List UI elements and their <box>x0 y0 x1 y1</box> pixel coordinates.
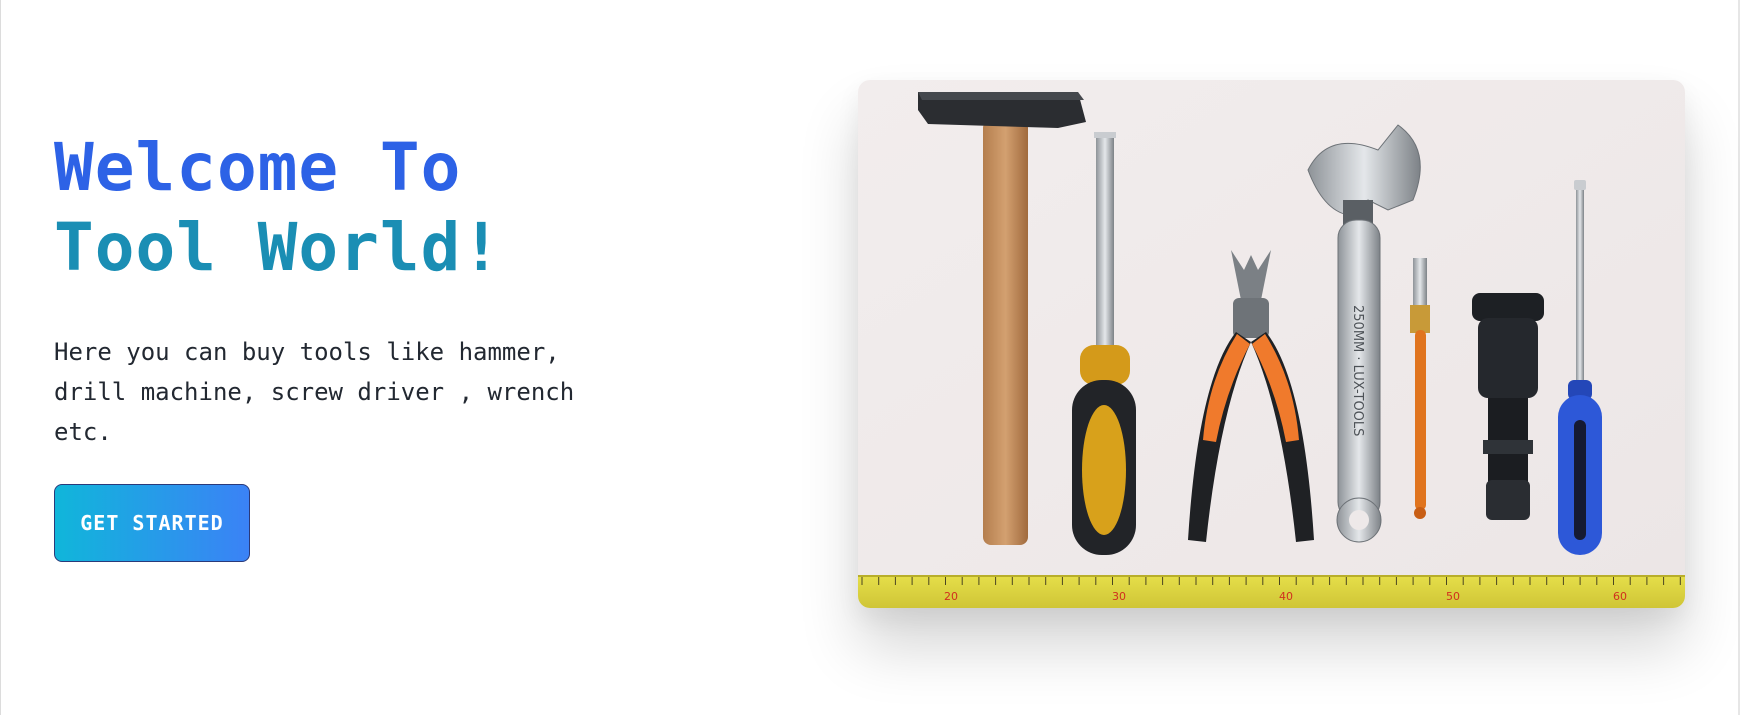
ruler-label-30: 30 <box>1112 590 1126 603</box>
ruler-label-20: 20 <box>944 590 958 603</box>
wrench-engraving: 250MM · LUX-TOOLS <box>1350 305 1365 436</box>
hero-title-line-2: Tool World! <box>54 209 503 286</box>
measuring-tape <box>858 575 1685 608</box>
hero-title: Welcome To Tool World! <box>54 128 614 288</box>
ruler-label-40: 40 <box>1279 590 1293 603</box>
tools-hero-image: 250MM · LUX-TOOLS 20 30 40 50 60 <box>858 80 1685 608</box>
ruler-label-50: 50 <box>1446 590 1460 603</box>
hero-text: Welcome To Tool World! Here you can buy … <box>54 128 614 452</box>
ruler-label-60: 60 <box>1613 590 1627 603</box>
get-started-button[interactable]: GET STARTED <box>54 484 250 562</box>
hero-title-line-1: Welcome To <box>54 129 462 206</box>
window-left-border <box>0 0 1 715</box>
hero-description: Here you can buy tools like hammer, dril… <box>54 338 575 446</box>
